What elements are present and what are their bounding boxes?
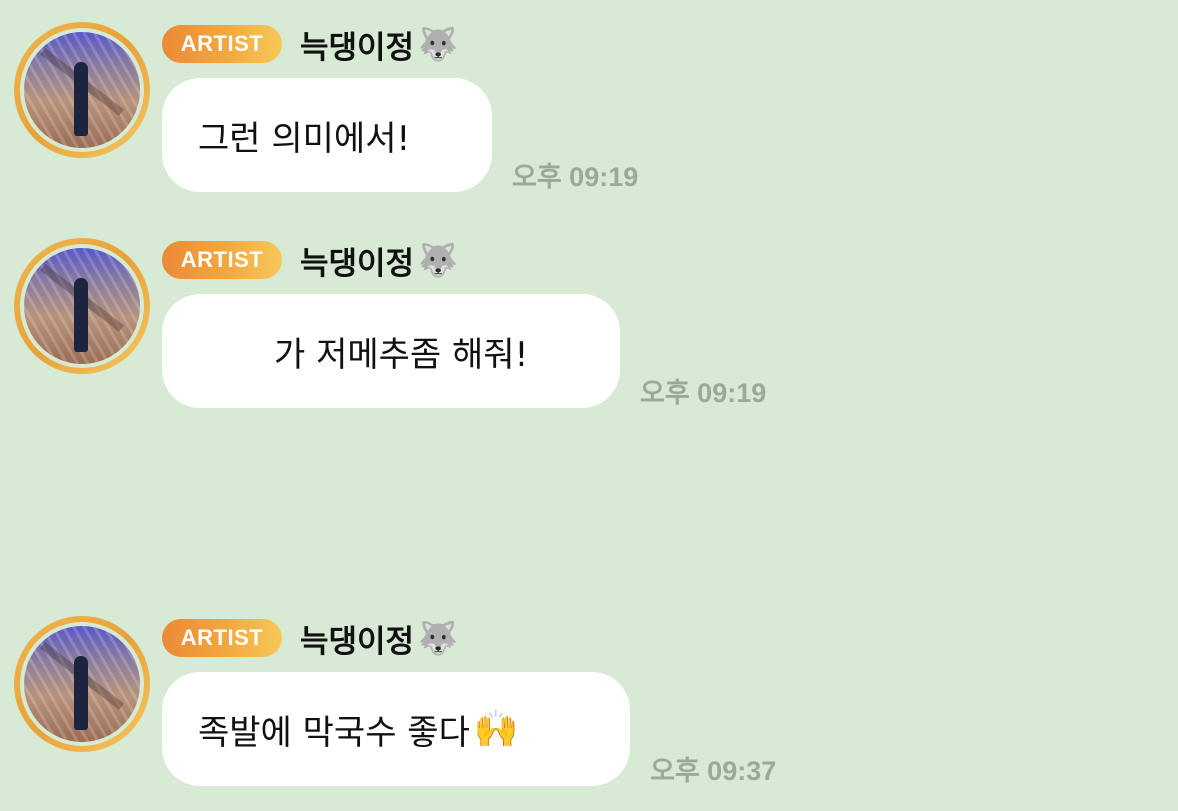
avatar[interactable] xyxy=(14,238,150,374)
sender-name-text: 늑댕이정 xyxy=(300,245,415,282)
message-time: 오후 09:19 xyxy=(512,162,639,192)
sender-name[interactable]: 늑댕이정 🐺 xyxy=(300,22,458,66)
message-time: 오후 09:19 xyxy=(640,378,767,408)
wolf-icon: 🐺 xyxy=(418,25,458,63)
profile-photo xyxy=(24,626,140,742)
artist-badge: ARTIST xyxy=(162,241,282,279)
wolf-icon: 🐺 xyxy=(418,619,458,657)
sender-name[interactable]: 늑댕이정 🐺 xyxy=(300,616,458,660)
message-bubble[interactable]: 그런 의미에서! xyxy=(162,78,492,192)
sender-name-text: 늑댕이정 xyxy=(300,29,415,66)
chat-message[interactable]: ARTIST 늑댕이정 🐺 그런 의미에서! 오후 09:19 xyxy=(0,0,1178,192)
chat-message[interactable]: ARTIST 늑댕이정 🐺 족발에 막국수 좋다 🙌 오후 09:37 xyxy=(0,594,1178,786)
message-bubble[interactable]: 가 저메추좀 해줘! xyxy=(162,294,620,408)
message-text: 족발에 막국수 좋다 xyxy=(198,712,470,753)
message-bubble[interactable]: 족발에 막국수 좋다 🙌 xyxy=(162,672,630,786)
avatar[interactable] xyxy=(14,22,150,158)
artist-badge: ARTIST xyxy=(162,25,282,63)
sender-name[interactable]: 늑댕이정 🐺 xyxy=(300,238,458,282)
wolf-icon: 🐺 xyxy=(418,241,458,279)
message-text: 그런 의미에서! xyxy=(198,118,411,159)
avatar[interactable] xyxy=(14,616,150,752)
artist-badge: ARTIST xyxy=(162,619,282,657)
raised-hands-icon: 🙌 xyxy=(473,709,519,750)
message-text: 가 저메추좀 해줘! xyxy=(274,334,529,375)
profile-photo xyxy=(24,32,140,148)
profile-photo xyxy=(24,248,140,364)
message-time: 오후 09:37 xyxy=(650,756,777,786)
sender-name-text: 늑댕이정 xyxy=(300,623,415,660)
chat-message[interactable]: ARTIST 늑댕이정 🐺 가 저메추좀 해줘! 오후 09:19 xyxy=(0,216,1178,408)
